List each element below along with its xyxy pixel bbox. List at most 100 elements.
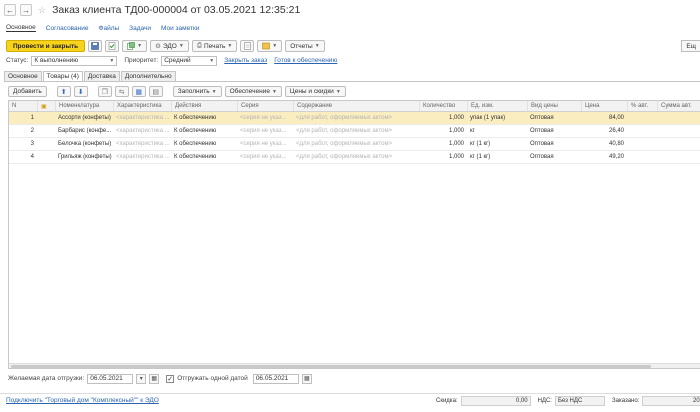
cell-empty[interactable] xyxy=(37,125,55,137)
form-tab-files[interactable]: Файлы xyxy=(99,25,120,32)
single-date-checkbox[interactable]: ✓ xyxy=(166,374,175,383)
single-date-input[interactable]: 06.05.2021 xyxy=(252,373,299,384)
cell-item[interactable]: Ассорти (конфеты) xyxy=(55,112,113,124)
cell-content[interactable]: <для работ, оформляемых актом> xyxy=(293,125,419,137)
cell-price-type[interactable]: Оптовая xyxy=(527,138,581,150)
form-tab-main[interactable]: Основное xyxy=(6,24,36,32)
back-arrow-icon[interactable]: ← xyxy=(4,4,16,16)
cell-content[interactable]: <для работ, оформляемых актом> xyxy=(293,138,419,150)
horizontal-scrollbar[interactable] xyxy=(9,363,700,368)
cell-n[interactable]: 4 xyxy=(9,151,37,163)
cell-qty[interactable]: 1,000 xyxy=(419,112,467,124)
reports-button[interactable]: Отчеты ▼ xyxy=(285,40,325,52)
attachments-button[interactable]: ▼ xyxy=(257,40,283,52)
supply-button[interactable]: Обеспечение ▼ xyxy=(224,86,282,97)
cell-item[interactable]: Барбарис (конфе... xyxy=(55,125,113,137)
cell-price[interactable]: 49,20 xyxy=(581,151,627,163)
cell-item[interactable]: Белочка (конфеты) xyxy=(55,138,113,150)
cell-n[interactable]: 2 xyxy=(9,125,37,137)
picking-icon[interactable]: ▤ xyxy=(148,86,163,97)
column-header[interactable]: Характеристика xyxy=(113,101,171,111)
document-icon[interactable] xyxy=(240,40,255,52)
post-and-close-button[interactable]: Провести и закрыть xyxy=(6,40,86,52)
form-tab-approval[interactable]: Согласование xyxy=(46,25,89,32)
cell-qty[interactable]: 1,000 xyxy=(419,138,467,150)
date-dropdown-icon[interactable]: ▾ xyxy=(136,373,147,384)
create-based-on-button[interactable]: ▼ xyxy=(122,40,148,52)
cell-empty[interactable] xyxy=(657,112,700,124)
cell-empty[interactable] xyxy=(37,112,55,124)
column-header[interactable]: Ед. изм. xyxy=(467,101,527,111)
cell-series[interactable]: <серия не указ... xyxy=(237,112,293,124)
form-tab-notes[interactable]: Мои заметки xyxy=(161,25,199,32)
column-header[interactable]: N xyxy=(9,101,37,111)
column-header[interactable]: Цена xyxy=(581,101,627,111)
cell-empty[interactable] xyxy=(627,151,657,163)
cell-empty[interactable] xyxy=(627,125,657,137)
column-header[interactable]: Количество xyxy=(419,101,467,111)
status-select[interactable]: К выполнению ▼ xyxy=(31,55,118,66)
cell-price[interactable]: 26,40 xyxy=(581,125,627,137)
cell-price[interactable]: 84,00 xyxy=(581,112,627,124)
cell-char[interactable]: <характеристика ... xyxy=(113,151,171,163)
cell-empty[interactable] xyxy=(627,138,657,150)
table-icon[interactable]: ▦ xyxy=(131,86,146,97)
cell-content[interactable]: <для работ, оформляемых актом> xyxy=(293,151,419,163)
cell-action[interactable]: К обеспечению xyxy=(171,112,237,124)
close-order-link[interactable]: Закрыть заказ xyxy=(224,57,267,64)
copy-icon[interactable]: ❐ xyxy=(97,86,112,97)
cell-action[interactable]: К обеспечению xyxy=(171,151,237,163)
cell-empty[interactable] xyxy=(37,151,55,163)
cell-n[interactable]: 3 xyxy=(9,138,37,150)
column-header[interactable]: Содержание xyxy=(293,101,419,111)
post-icon[interactable] xyxy=(105,40,120,52)
table-row[interactable]: 4 Грильяж (конфеты) <характеристика ... К о… xyxy=(9,151,700,164)
cell-empty[interactable] xyxy=(657,138,700,150)
form-tab-tasks[interactable]: Задачи xyxy=(129,25,151,32)
ready-for-supply-link[interactable]: Готов к обеспечению xyxy=(274,57,337,64)
favorite-star-icon[interactable]: ☆ xyxy=(38,5,46,16)
cell-empty[interactable] xyxy=(657,125,700,137)
cell-unit[interactable]: кг (1 кг) xyxy=(467,138,527,150)
cell-price-type[interactable]: Оптовая xyxy=(527,151,581,163)
edo-button[interactable]: ⚙ ЭДО ▼ xyxy=(150,40,189,52)
prices-discounts-button[interactable]: Цены и скидки ▼ xyxy=(284,86,346,97)
cell-empty[interactable] xyxy=(627,112,657,124)
column-header[interactable]: Сумма авт. xyxy=(657,101,700,111)
cell-price-type[interactable]: Оптовая xyxy=(527,112,581,124)
cell-series[interactable]: <серия не указ... xyxy=(237,125,293,137)
table-row[interactable]: 2 Барбарис (конфе... <характеристика ... К … xyxy=(9,125,700,138)
tab-main[interactable]: Основное xyxy=(4,71,42,81)
split-icon[interactable]: ⇆ xyxy=(114,86,129,97)
forward-arrow-icon[interactable]: → xyxy=(20,4,32,16)
cell-series[interactable]: <серия не указ... xyxy=(237,138,293,150)
column-header[interactable]: Действия xyxy=(171,101,237,111)
table-row[interactable]: 3 Белочка (конфеты) <характеристика ... К о… xyxy=(9,138,700,151)
cell-n[interactable]: 1 xyxy=(9,112,37,124)
move-up-icon[interactable]: ⬆ xyxy=(56,86,71,97)
column-header[interactable]: Серия xyxy=(237,101,293,111)
cell-action[interactable]: К обеспечению xyxy=(171,138,237,150)
column-header-attachment[interactable]: ▣ xyxy=(37,101,55,111)
tab-additional[interactable]: Дополнительно xyxy=(120,71,176,81)
more-button[interactable]: Ещ xyxy=(681,40,700,52)
calendar-icon[interactable]: ▦ xyxy=(301,373,312,384)
fill-button[interactable]: Заполнить ▼ xyxy=(172,86,222,97)
cell-qty[interactable]: 1,000 xyxy=(419,151,467,163)
cell-char[interactable]: <характеристика ... xyxy=(113,138,171,150)
cell-price[interactable]: 40,80 xyxy=(581,138,627,150)
shipment-date-input[interactable]: 06.05.2021 xyxy=(87,373,134,384)
print-button[interactable]: ⎙ Печать ▼ xyxy=(191,40,238,52)
cell-qty[interactable]: 1,000 xyxy=(419,125,467,137)
add-row-button[interactable]: Добавить xyxy=(8,86,47,97)
cell-price-type[interactable]: Оптовая xyxy=(527,125,581,137)
connect-edo-link[interactable]: Подключить "Торговый дом "Комплексный"" … xyxy=(6,397,159,404)
cell-unit[interactable]: упак (1 упак) xyxy=(467,112,527,124)
save-icon[interactable] xyxy=(88,40,103,52)
cell-char[interactable]: <характеристика ... xyxy=(113,112,171,124)
cell-series[interactable]: <серия не указ... xyxy=(237,151,293,163)
move-down-icon[interactable]: ⬇ xyxy=(73,86,88,97)
cell-item[interactable]: Грильяж (конфеты) xyxy=(55,151,113,163)
cell-empty[interactable] xyxy=(657,151,700,163)
column-header[interactable]: % авт. xyxy=(627,101,657,111)
